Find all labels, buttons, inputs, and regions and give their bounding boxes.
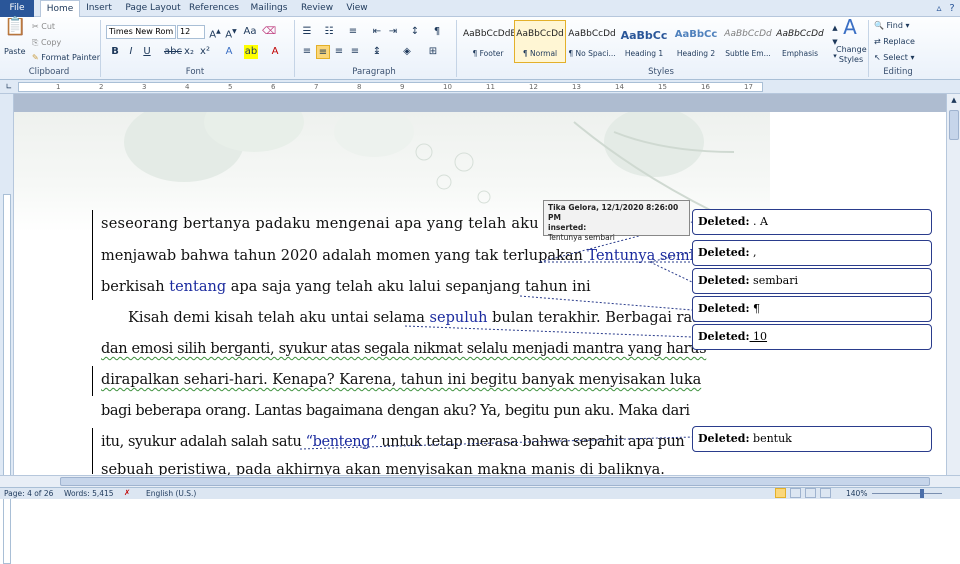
scroll-up-icon[interactable]: ▲: [949, 96, 959, 106]
revision-tooltip: Tika Gelora, 12/1/2020 8:26:00 PM insert…: [543, 200, 690, 242]
deleted-balloon[interactable]: Deleted: sembari: [692, 268, 932, 294]
deleted-balloon[interactable]: Deleted: 10: [692, 324, 932, 350]
status-bar: Page: 4 of 26 Words: 5,415 ✗ English (U.…: [0, 487, 960, 499]
web-layout-icon[interactable]: [805, 488, 816, 498]
vertical-scroll-thumb[interactable]: [949, 110, 959, 140]
deleted-balloon[interactable]: Deleted: ¶: [692, 296, 932, 322]
print-layout-icon[interactable]: [775, 488, 786, 498]
deleted-balloon[interactable]: Deleted: . A: [692, 209, 932, 235]
outline-icon[interactable]: [820, 488, 831, 498]
word-count[interactable]: Words: 5,415: [64, 489, 114, 498]
zoom-level[interactable]: 140%: [846, 489, 867, 498]
deleted-balloon[interactable]: Deleted: bentuk: [692, 426, 932, 452]
balloon-label: Deleted:: [698, 330, 750, 343]
balloon-text: bentuk: [749, 432, 792, 445]
language[interactable]: English (U.S.): [146, 489, 196, 498]
balloon-label: Deleted:: [698, 302, 750, 315]
tooltip-author: Tika Gelora, 12/1/2020 8:26:00 PM: [548, 203, 679, 222]
balloon-text: . A: [749, 215, 768, 228]
tooltip-action: inserted:: [548, 223, 587, 232]
balloon-label: Deleted:: [698, 246, 750, 259]
balloon-label: Deleted:: [698, 432, 750, 445]
balloon-text: sembari: [749, 274, 799, 287]
balloon-text: ¶: [749, 302, 761, 315]
deleted-balloon[interactable]: Deleted: ,: [692, 240, 932, 266]
balloon-label: Deleted:: [698, 274, 750, 287]
zoom-slider[interactable]: [872, 493, 942, 494]
balloon-text: 10: [749, 330, 768, 343]
tooltip-text: Tentunya sembari: [548, 233, 615, 242]
vertical-scrollbar[interactable]: ▲: [946, 94, 960, 475]
balloon-label: Deleted:: [698, 215, 750, 228]
zoom-slider-thumb[interactable]: [920, 489, 924, 498]
horizontal-scrollbar[interactable]: [0, 475, 960, 487]
horizontal-scroll-thumb[interactable]: [60, 477, 930, 486]
balloon-text: ,: [749, 246, 757, 259]
full-screen-icon[interactable]: [790, 488, 801, 498]
page-count[interactable]: Page: 4 of 26: [4, 489, 53, 498]
proofing-icon[interactable]: ✗: [124, 488, 130, 497]
